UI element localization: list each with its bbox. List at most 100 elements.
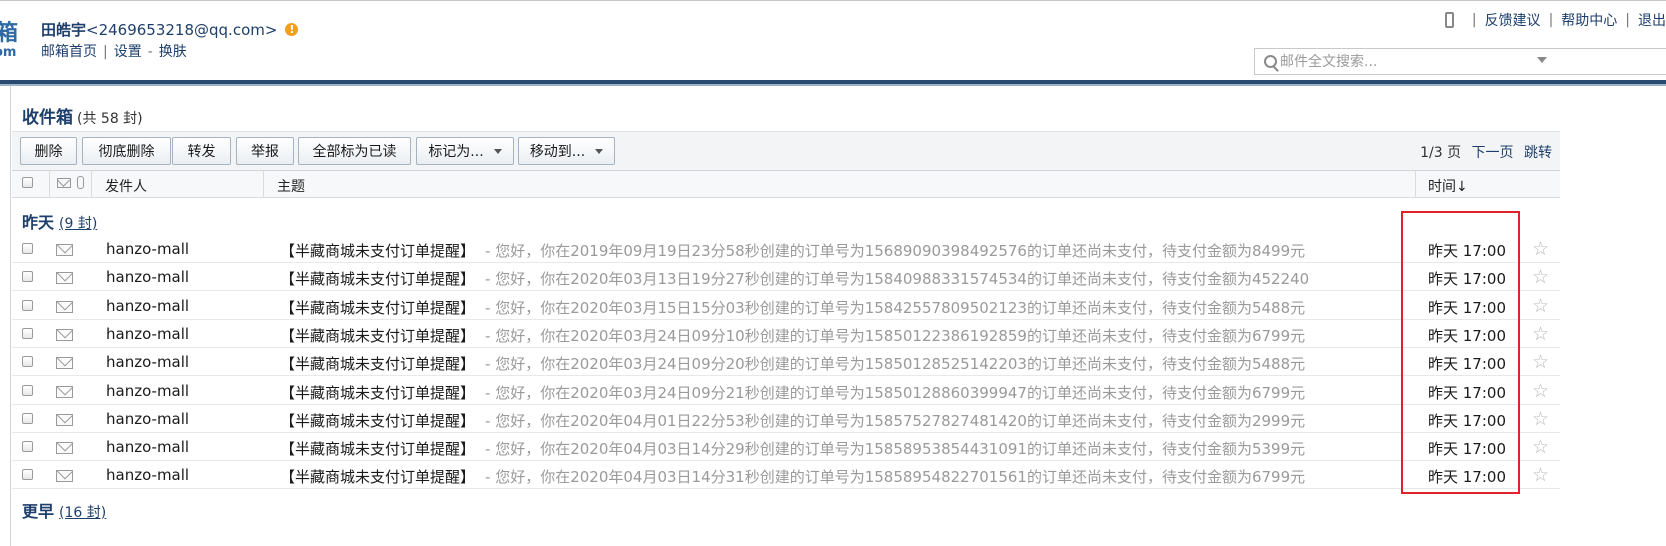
envelope-icon[interactable]	[56, 442, 73, 455]
message-sender[interactable]: hanzo-mall	[106, 353, 189, 371]
jump-page-link[interactable]: 跳转	[1524, 145, 1552, 161]
folder-count: (共 58 封)	[77, 111, 143, 127]
message-row[interactable]: hanzo-mall 【半藏商城未支付订单提醒】 - 您好，你在2019年09月19…	[12, 235, 1560, 263]
row-checkbox[interactable]	[22, 299, 33, 311]
message-row[interactable]: hanzo-mall 【半藏商城未支付订单提醒】 - 您好，你在2020年03月13…	[12, 263, 1560, 292]
select-all-checkbox[interactable]	[22, 177, 33, 188]
star-icon[interactable]: ☆	[1532, 408, 1549, 430]
row-checkbox[interactable]	[22, 412, 33, 424]
mark-all-read-button[interactable]: 全部标为已读	[298, 137, 411, 165]
user-links: 邮箱首页 | 设置 - 换肤	[41, 41, 187, 61]
help-center-link[interactable]: 帮助中心	[1561, 10, 1617, 30]
message-subject[interactable]: 【半藏商城未支付订单提醒】 - 您好，你在2020年04月03日14分29秒创建的…	[280, 438, 1305, 459]
envelope-icon[interactable]	[56, 413, 73, 426]
message-sender[interactable]: hanzo-mall	[106, 466, 189, 484]
delete-button[interactable]: 删除	[20, 137, 77, 165]
delete-permanently-button[interactable]: 彻底删除	[82, 137, 171, 165]
message-row[interactable]: hanzo-mall 【半藏商城未支付订单提醒】 - 您好，你在2020年03月24…	[12, 377, 1560, 405]
folder-name: 收件箱	[22, 108, 73, 128]
report-button[interactable]: 举报	[236, 137, 294, 165]
settings-link[interactable]: 设置	[114, 44, 142, 60]
search-dropdown-arrow-icon[interactable]	[1537, 57, 1547, 63]
chevron-down-icon	[595, 148, 604, 154]
message-subject[interactable]: 【半藏商城未支付订单提醒】 - 您好，你在2020年03月24日09分21秒创建的…	[280, 382, 1305, 403]
subject-title: 【半藏商城未支付订单提醒】	[280, 468, 476, 487]
mailbox-home-link[interactable]: 邮箱首页	[41, 44, 97, 60]
message-row[interactable]: hanzo-mall 【半藏商城未支付订单提醒】 - 您好，你在2020年04月01…	[12, 405, 1560, 433]
right-edge	[1562, 86, 1566, 546]
mail-search-box[interactable]	[1254, 48, 1666, 75]
message-sender[interactable]: hanzo-mall	[106, 410, 189, 428]
move-to-dropdown[interactable]: 移动到...	[518, 137, 615, 165]
message-sender[interactable]: hanzo-mall	[106, 325, 189, 343]
envelope-icon[interactable]	[56, 244, 73, 256]
column-header: 发件人 主题 时间↓	[12, 171, 1560, 198]
logout-link[interactable]: 退出	[1638, 10, 1666, 30]
envelope-icon[interactable]	[56, 300, 73, 313]
message-subject[interactable]: 【半藏商城未支付订单提醒】 - 您好，你在2019年09月19日23分58秒创建的…	[280, 240, 1305, 261]
group-count-link[interactable]: (9 封)	[59, 216, 97, 232]
envelope-icon[interactable]	[56, 272, 73, 285]
subject-column-header[interactable]: 主题	[277, 176, 305, 196]
row-checkbox[interactable]	[22, 384, 33, 396]
star-icon[interactable]: ☆	[1532, 436, 1549, 458]
star-icon[interactable]: ☆	[1532, 266, 1549, 288]
group-title-yesterday: 昨天 (9 封)	[22, 209, 97, 233]
row-checkbox[interactable]	[22, 469, 33, 481]
message-row[interactable]: hanzo-mall 【半藏商城未支付订单提醒】 - 您好，你在2020年03月15…	[12, 292, 1560, 320]
search-input[interactable]	[1280, 51, 1550, 72]
time-column-header[interactable]: 时间↓	[1428, 176, 1468, 196]
message-subject[interactable]: 【半藏商城未支付订单提醒】 - 您好，你在2020年04月03日14分31秒创建的…	[280, 466, 1305, 487]
warning-icon[interactable]: !	[285, 23, 299, 36]
sender-column-header[interactable]: 发件人	[105, 176, 147, 196]
top-right-links: | 反馈建议 | 帮助中心 | 退出	[1444, 10, 1666, 30]
message-row[interactable]: hanzo-mall 【半藏商城未支付订单提醒】 - 您好，你在2020年03月24…	[12, 320, 1560, 348]
row-checkbox[interactable]	[22, 243, 33, 254]
envelope-icon[interactable]	[56, 357, 73, 370]
search-icon[interactable]	[1264, 55, 1277, 68]
envelope-icon[interactable]	[56, 328, 73, 341]
message-row[interactable]: hanzo-mall 【半藏商城未支付订单提醒】 - 您好，你在2020年03月24…	[12, 348, 1560, 377]
message-sender[interactable]: hanzo-mall	[106, 240, 189, 258]
mobile-phone-icon[interactable]	[1444, 12, 1454, 28]
main-left-border	[10, 86, 11, 546]
message-preview: - 您好，你在2020年03月24日09分21秒创建的订单号为158501288…	[485, 383, 1306, 402]
group-title-earlier: 更早 (16 封)	[22, 498, 106, 522]
change-skin-link[interactable]: 换肤	[159, 44, 187, 60]
mail-logo[interactable]: 箱 om	[0, 15, 22, 63]
message-preview: - 您好，你在2020年04月03日14分29秒创建的订单号为158589538…	[485, 440, 1306, 459]
message-sender[interactable]: hanzo-mall	[106, 268, 189, 286]
mark-as-dropdown[interactable]: 标记为...	[416, 137, 514, 165]
envelope-icon[interactable]	[56, 470, 73, 483]
message-subject[interactable]: 【半藏商城未支付订单提醒】 - 您好，你在2020年04月01日22分53秒创建的…	[280, 410, 1305, 431]
star-icon[interactable]: ☆	[1532, 323, 1549, 345]
message-sender[interactable]: hanzo-mall	[106, 382, 189, 400]
read-status-column-icon[interactable]	[57, 178, 71, 188]
message-subject[interactable]: 【半藏商城未支付订单提醒】 - 您好，你在2020年03月15日15分03秒创建的…	[280, 297, 1305, 318]
message-row[interactable]: hanzo-mall 【半藏商城未支付订单提醒】 - 您好，你在2020年04月03…	[12, 461, 1560, 490]
row-checkbox[interactable]	[22, 356, 33, 368]
message-subject[interactable]: 【半藏商城未支付订单提醒】 - 您好，你在2020年03月24日09分20秒创建的…	[280, 353, 1305, 374]
link-separator: |	[1471, 12, 1477, 28]
row-checkbox[interactable]	[22, 271, 33, 283]
star-icon[interactable]: ☆	[1532, 295, 1549, 317]
row-checkbox[interactable]	[22, 441, 33, 453]
mail-toolbar: 删除 彻底删除 转发 举报 全部标为已读 标记为... 移动到... 1/3 页…	[12, 131, 1560, 171]
message-subject[interactable]: 【半藏商城未支付订单提醒】 - 您好，你在2020年03月24日09分10秒创建的…	[280, 325, 1305, 346]
star-icon[interactable]: ☆	[1532, 238, 1549, 260]
message-sender[interactable]: hanzo-mall	[106, 438, 189, 456]
star-icon[interactable]: ☆	[1532, 464, 1549, 486]
group-count-link[interactable]: (16 封)	[59, 505, 106, 521]
forward-button[interactable]: 转发	[172, 137, 231, 165]
message-row[interactable]: hanzo-mall 【半藏商城未支付订单提醒】 - 您好，你在2020年04月03…	[12, 433, 1560, 462]
column-divider	[91, 171, 92, 197]
next-page-link[interactable]: 下一页	[1472, 145, 1514, 161]
star-icon[interactable]: ☆	[1532, 380, 1549, 402]
message-subject[interactable]: 【半藏商城未支付订单提醒】 - 您好，你在2020年03月13日19分27秒创建的…	[280, 268, 1309, 289]
envelope-icon[interactable]	[56, 385, 73, 398]
feedback-link[interactable]: 反馈建议	[1485, 10, 1541, 30]
star-icon[interactable]: ☆	[1532, 351, 1549, 373]
attachment-column-icon[interactable]	[77, 176, 84, 189]
row-checkbox[interactable]	[22, 327, 33, 339]
message-sender[interactable]: hanzo-mall	[106, 297, 189, 315]
